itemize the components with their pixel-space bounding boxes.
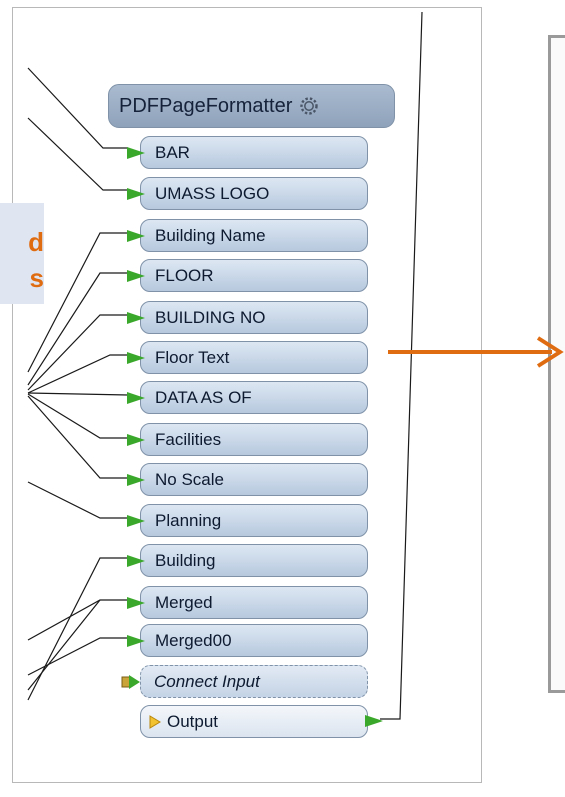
input-arrow-icon — [127, 147, 145, 159]
output-label: Output — [167, 712, 219, 731]
input-arrow-icon — [127, 597, 145, 609]
connect-input-port[interactable]: Connect Input — [121, 665, 368, 698]
input-port-building[interactable]: Building — [127, 544, 368, 577]
output-port[interactable]: Output — [140, 705, 383, 738]
input-port-merged[interactable]: Merged — [127, 586, 368, 619]
wire-building — [27, 557, 128, 701]
wire-building-name — [27, 232, 128, 373]
port-label: BAR — [155, 143, 190, 162]
input-port-bar[interactable]: BAR — [127, 136, 368, 169]
input-arrow-icon — [127, 312, 145, 324]
port-label: Building Name — [155, 226, 266, 245]
port-label: Building — [155, 551, 216, 570]
port-label: Merged00 — [155, 631, 232, 650]
wire-data-as-of — [27, 392, 129, 396]
transformer-title: PDFPageFormatter — [119, 94, 293, 117]
input-port-facilities[interactable]: Facilities — [127, 423, 368, 456]
input-arrow-icon — [127, 352, 145, 364]
play-icon — [149, 715, 161, 729]
input-arrow-icon — [127, 555, 145, 567]
input-port-umass-logo[interactable]: UMASS LOGO — [127, 177, 368, 210]
port-label: FLOOR — [155, 266, 214, 285]
connect-input-label: Connect Input — [154, 672, 260, 691]
input-port-building-no[interactable]: BUILDING NO — [127, 301, 368, 334]
transformer-header[interactable]: PDFPageFormatter — [108, 84, 395, 128]
input-port-no-scale[interactable]: No Scale — [127, 463, 368, 496]
input-arrow-icon — [127, 635, 145, 647]
port-label: BUILDING NO — [155, 308, 266, 327]
input-port-building-name[interactable]: Building Name — [127, 219, 368, 252]
input-port-planning[interactable]: Planning — [127, 504, 368, 537]
input-port-floor[interactable]: FLOOR — [127, 259, 368, 292]
input-arrow-icon — [127, 434, 145, 446]
input-arrow-icon — [127, 515, 145, 527]
input-arrow-icon — [127, 270, 145, 282]
port-label: DATA AS OF — [155, 388, 252, 407]
input-port-data-as-of[interactable]: DATA AS OF — [127, 381, 368, 414]
wire-planning — [27, 481, 128, 519]
input-arrow-icon — [127, 188, 145, 200]
input-arrow-icon — [127, 230, 145, 242]
input-port-merged00[interactable]: Merged00 — [127, 624, 368, 657]
output-arrow-icon — [365, 715, 383, 727]
wire-no-scale — [27, 395, 128, 479]
input-arrow-icon — [127, 392, 145, 404]
gear-icon[interactable] — [298, 95, 320, 117]
input-arrow-icon — [127, 474, 145, 486]
port-label: UMASS LOGO — [155, 184, 270, 203]
port-label: Planning — [155, 511, 222, 530]
wire-merged-a — [27, 599, 128, 641]
port-label: Facilities — [155, 430, 222, 449]
wire-facilities — [27, 393, 128, 439]
port-label: No Scale — [155, 470, 224, 489]
port-label: Floor Text — [155, 348, 230, 367]
wire-floor — [27, 272, 128, 386]
input-port-floor-text[interactable]: Floor Text — [127, 341, 368, 374]
wire-building-no — [27, 314, 128, 391]
wire-merged-b — [27, 599, 101, 691]
wire-umass-logo — [27, 117, 128, 191]
connect-input-icon — [121, 675, 140, 689]
port-label: Merged — [155, 593, 213, 612]
